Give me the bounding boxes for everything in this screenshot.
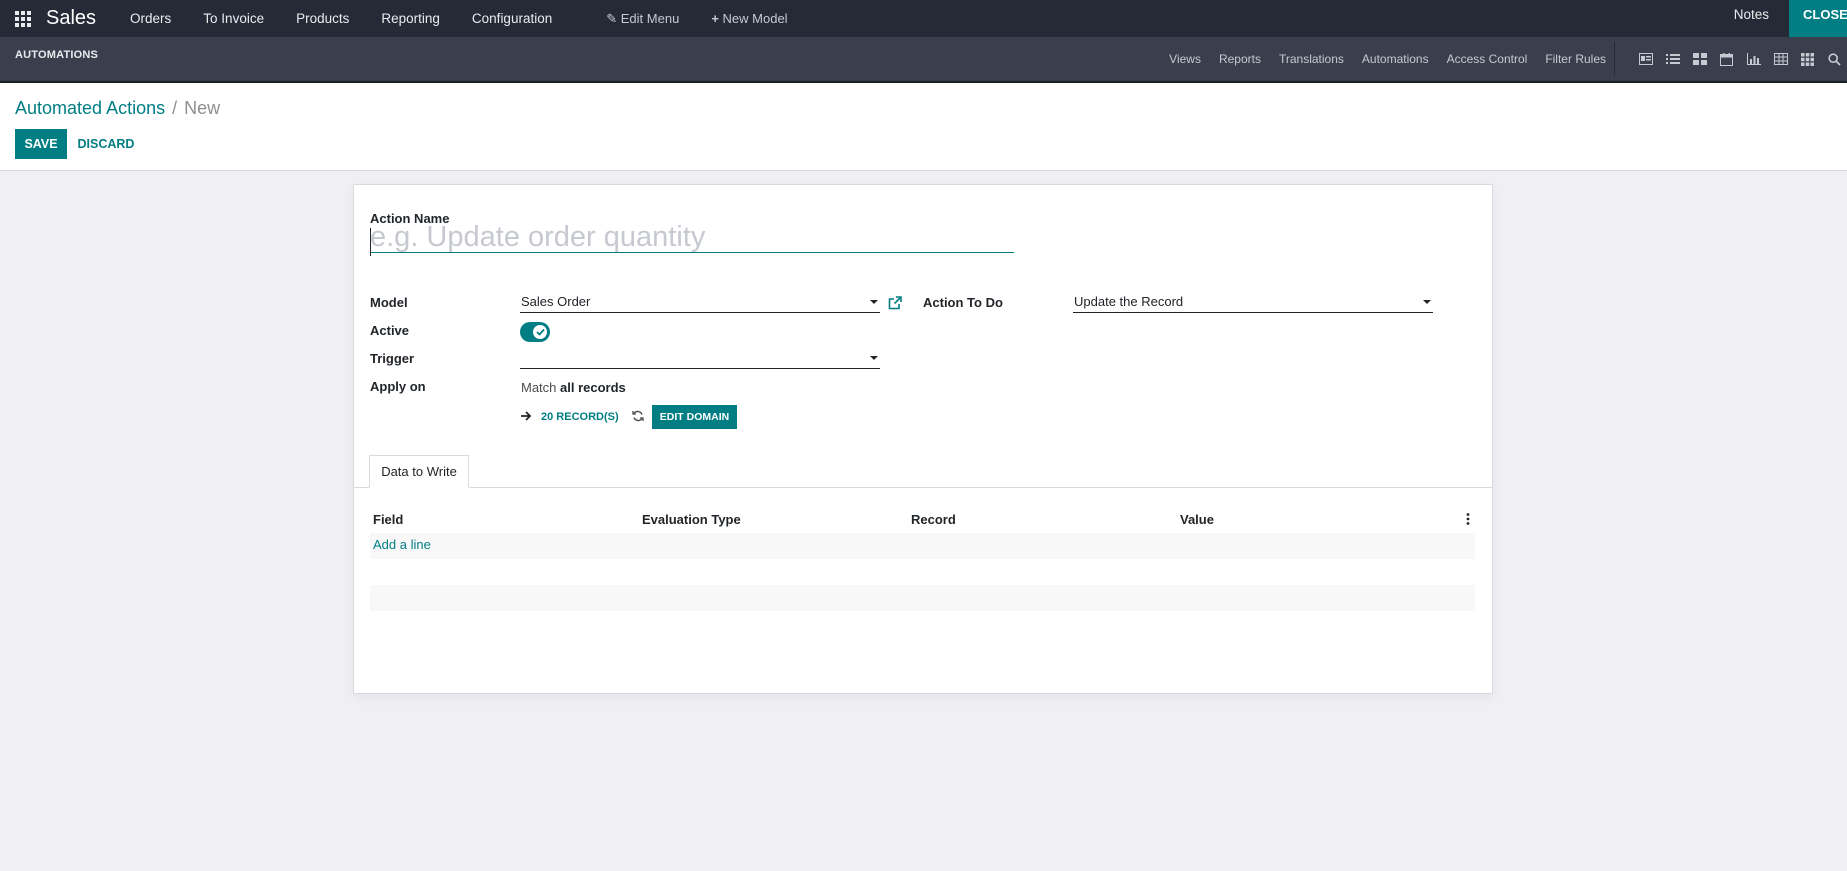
trigger-select[interactable] — [520, 347, 880, 369]
kanban-view-icon[interactable] — [1686, 37, 1713, 81]
column-record[interactable]: Record — [911, 512, 956, 527]
menu-reporting[interactable]: Reporting — [365, 4, 456, 33]
edit-menu-label: Edit Menu — [620, 11, 680, 26]
top-menu: Orders To Invoice Products Reporting Con… — [114, 0, 804, 37]
text-caret — [370, 228, 371, 256]
column-field[interactable]: Field — [373, 512, 403, 527]
new-model-label: New Model — [722, 11, 788, 26]
column-value[interactable]: Value — [1180, 512, 1214, 527]
top-right-area: Notes CLOSE — [1714, 0, 1847, 37]
menu-products[interactable]: Products — [280, 4, 365, 33]
active-label: Active — [370, 323, 410, 338]
graph-view-icon[interactable] — [1740, 37, 1767, 81]
calendar-view-icon[interactable] — [1713, 37, 1740, 81]
plus-icon: + — [711, 11, 719, 26]
pencil-icon: ✎ — [606, 11, 618, 26]
tab-data-to-write[interactable]: Data to Write — [369, 455, 469, 488]
form-view-icon[interactable] — [1632, 37, 1659, 81]
caret-down-icon — [1423, 300, 1431, 304]
breadcrumb-automated-actions[interactable]: Automated Actions — [15, 98, 165, 118]
search-icon[interactable] — [1821, 37, 1847, 81]
table-row: Add a line — [370, 533, 1475, 559]
breadcrumb-current: New — [184, 98, 221, 118]
check-icon — [535, 328, 545, 336]
studio-link-views[interactable]: Views — [1160, 52, 1210, 66]
breadcrumb: Automated Actions / New — [15, 98, 220, 119]
subbar-divider — [1614, 42, 1615, 76]
grid-view-icon[interactable] — [1794, 37, 1821, 81]
edit-domain-button[interactable]: EDIT DOMAIN — [652, 405, 737, 429]
menu-orders[interactable]: Orders — [114, 4, 187, 33]
studio-link-translations[interactable]: Translations — [1270, 52, 1353, 66]
external-link-icon[interactable] — [888, 296, 902, 310]
action-to-do-label: Action To Do — [923, 295, 1003, 310]
table-row — [370, 585, 1475, 611]
refresh-icon[interactable] — [632, 410, 644, 422]
pivot-view-icon[interactable] — [1767, 37, 1794, 81]
studio-link-reports[interactable]: Reports — [1210, 52, 1270, 66]
match-value: all records — [560, 380, 626, 395]
app-brand[interactable]: Sales — [46, 7, 96, 30]
action-name-input[interactable] — [370, 223, 1014, 253]
notes-button[interactable]: Notes — [1714, 0, 1789, 37]
edit-menu-button[interactable]: ✎ Edit Menu — [590, 4, 695, 33]
column-evaluation-type[interactable]: Evaluation Type — [642, 512, 741, 527]
model-label: Model — [370, 295, 408, 310]
studio-links: Views Reports Translations Automations A… — [1160, 37, 1615, 81]
form-sheet: Action Name Model Sales Order Action To … — [353, 184, 1493, 694]
discard-button[interactable]: DISCARD — [73, 129, 139, 159]
studio-link-access-control[interactable]: Access Control — [1438, 52, 1537, 66]
table-header: Field Evaluation Type Record Value — [370, 507, 1475, 533]
view-switcher — [1632, 37, 1847, 81]
caret-down-icon — [870, 300, 878, 304]
studio-section-title: AUTOMATIONS — [15, 49, 99, 61]
add-line-link[interactable]: Add a line — [373, 537, 431, 552]
breadcrumb-separator: / — [167, 98, 183, 118]
top-navbar: Sales Orders To Invoice Products Reporti… — [0, 0, 1847, 37]
studio-link-automations[interactable]: Automations — [1353, 52, 1438, 66]
table-row — [370, 559, 1475, 585]
model-select[interactable]: Sales Order — [520, 291, 880, 313]
caret-down-icon — [870, 356, 878, 360]
tab-divider — [354, 487, 1492, 488]
control-panel: Automated Actions / New SAVE DISCARD — [0, 83, 1847, 171]
action-to-do-select[interactable]: Update the Record — [1073, 291, 1433, 313]
menu-to-invoice[interactable]: To Invoice — [187, 4, 280, 33]
apply-on-label: Apply on — [370, 379, 426, 394]
optional-columns-icon[interactable] — [1466, 513, 1470, 525]
trigger-label: Trigger — [370, 351, 415, 366]
close-studio-button[interactable]: CLOSE — [1789, 0, 1847, 37]
studio-link-filter-rules[interactable]: Filter Rules — [1536, 52, 1615, 66]
match-text: Match — [521, 380, 557, 395]
save-button[interactable]: SAVE — [15, 129, 67, 159]
active-toggle[interactable] — [520, 322, 550, 342]
studio-subbar: AUTOMATIONS Views Reports Translations A… — [0, 37, 1847, 83]
apps-menu-icon[interactable] — [14, 10, 32, 28]
arrow-right-icon — [521, 411, 532, 421]
menu-configuration[interactable]: Configuration — [456, 4, 568, 33]
new-model-button[interactable]: + New Model — [695, 4, 803, 33]
toggle-knob — [533, 325, 547, 339]
model-value: Sales Order — [521, 294, 591, 309]
domain-summary: Match all records — [521, 380, 626, 395]
action-to-do-value: Update the Record — [1074, 294, 1184, 309]
records-count-link[interactable]: 20 RECORD(S) — [541, 411, 619, 423]
list-view-icon[interactable] — [1659, 37, 1686, 81]
